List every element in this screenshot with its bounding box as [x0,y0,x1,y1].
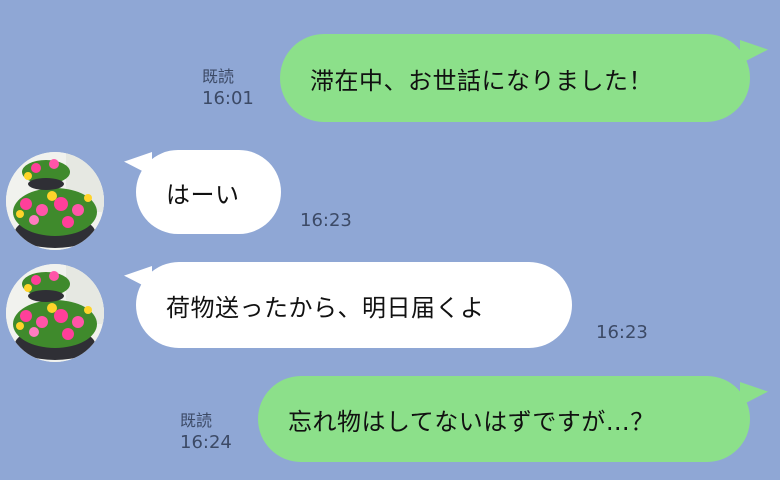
message-meta: 既読 16:24 [180,410,232,454]
read-receipt: 既読 [180,411,213,430]
message-time: 16:01 [202,88,254,109]
flower-pot-icon [6,152,104,250]
message-time: 16:23 [596,322,648,343]
message-bubble[interactable]: 滞在中、お世話になりました！ [280,34,750,122]
message-text: 忘れ物はしてないはずですが…？ [288,407,655,436]
message-time: 16:24 [180,432,232,453]
bubble-tail [740,40,768,64]
read-receipt: 既読 [202,67,235,86]
message-meta: 既読 16:01 [202,66,254,110]
message-text: 荷物送ったから、明日届くよ [166,293,485,322]
message-bubble[interactable]: 忘れ物はしてないはずですが…？ [258,376,750,462]
bubble-tail [740,382,768,406]
message-text: 滞在中、お世話になりました！ [310,66,653,95]
message-time: 16:23 [300,210,352,231]
flower-pot-icon [6,264,104,362]
contact-avatar[interactable] [6,264,104,362]
message-bubble[interactable]: はーい [136,150,281,234]
message-bubble[interactable]: 荷物送ったから、明日届くよ [136,262,572,348]
message-text: はーい [166,180,240,209]
contact-avatar[interactable] [6,152,104,250]
